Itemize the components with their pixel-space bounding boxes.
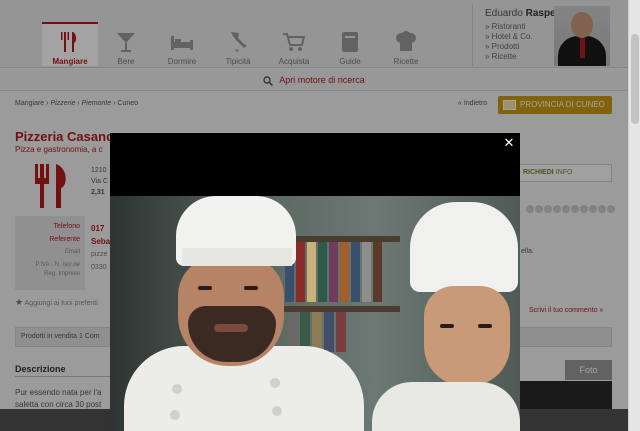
page: Mangiare Bere Dormire Tipicità Acquista …: [0, 0, 640, 431]
scrollbar-thumb[interactable]: [631, 34, 639, 124]
close-button[interactable]: ✕: [502, 136, 516, 150]
scrollbar[interactable]: [628, 0, 640, 431]
video-modal: ✕: [110, 133, 520, 431]
video-player[interactable]: [110, 196, 520, 431]
